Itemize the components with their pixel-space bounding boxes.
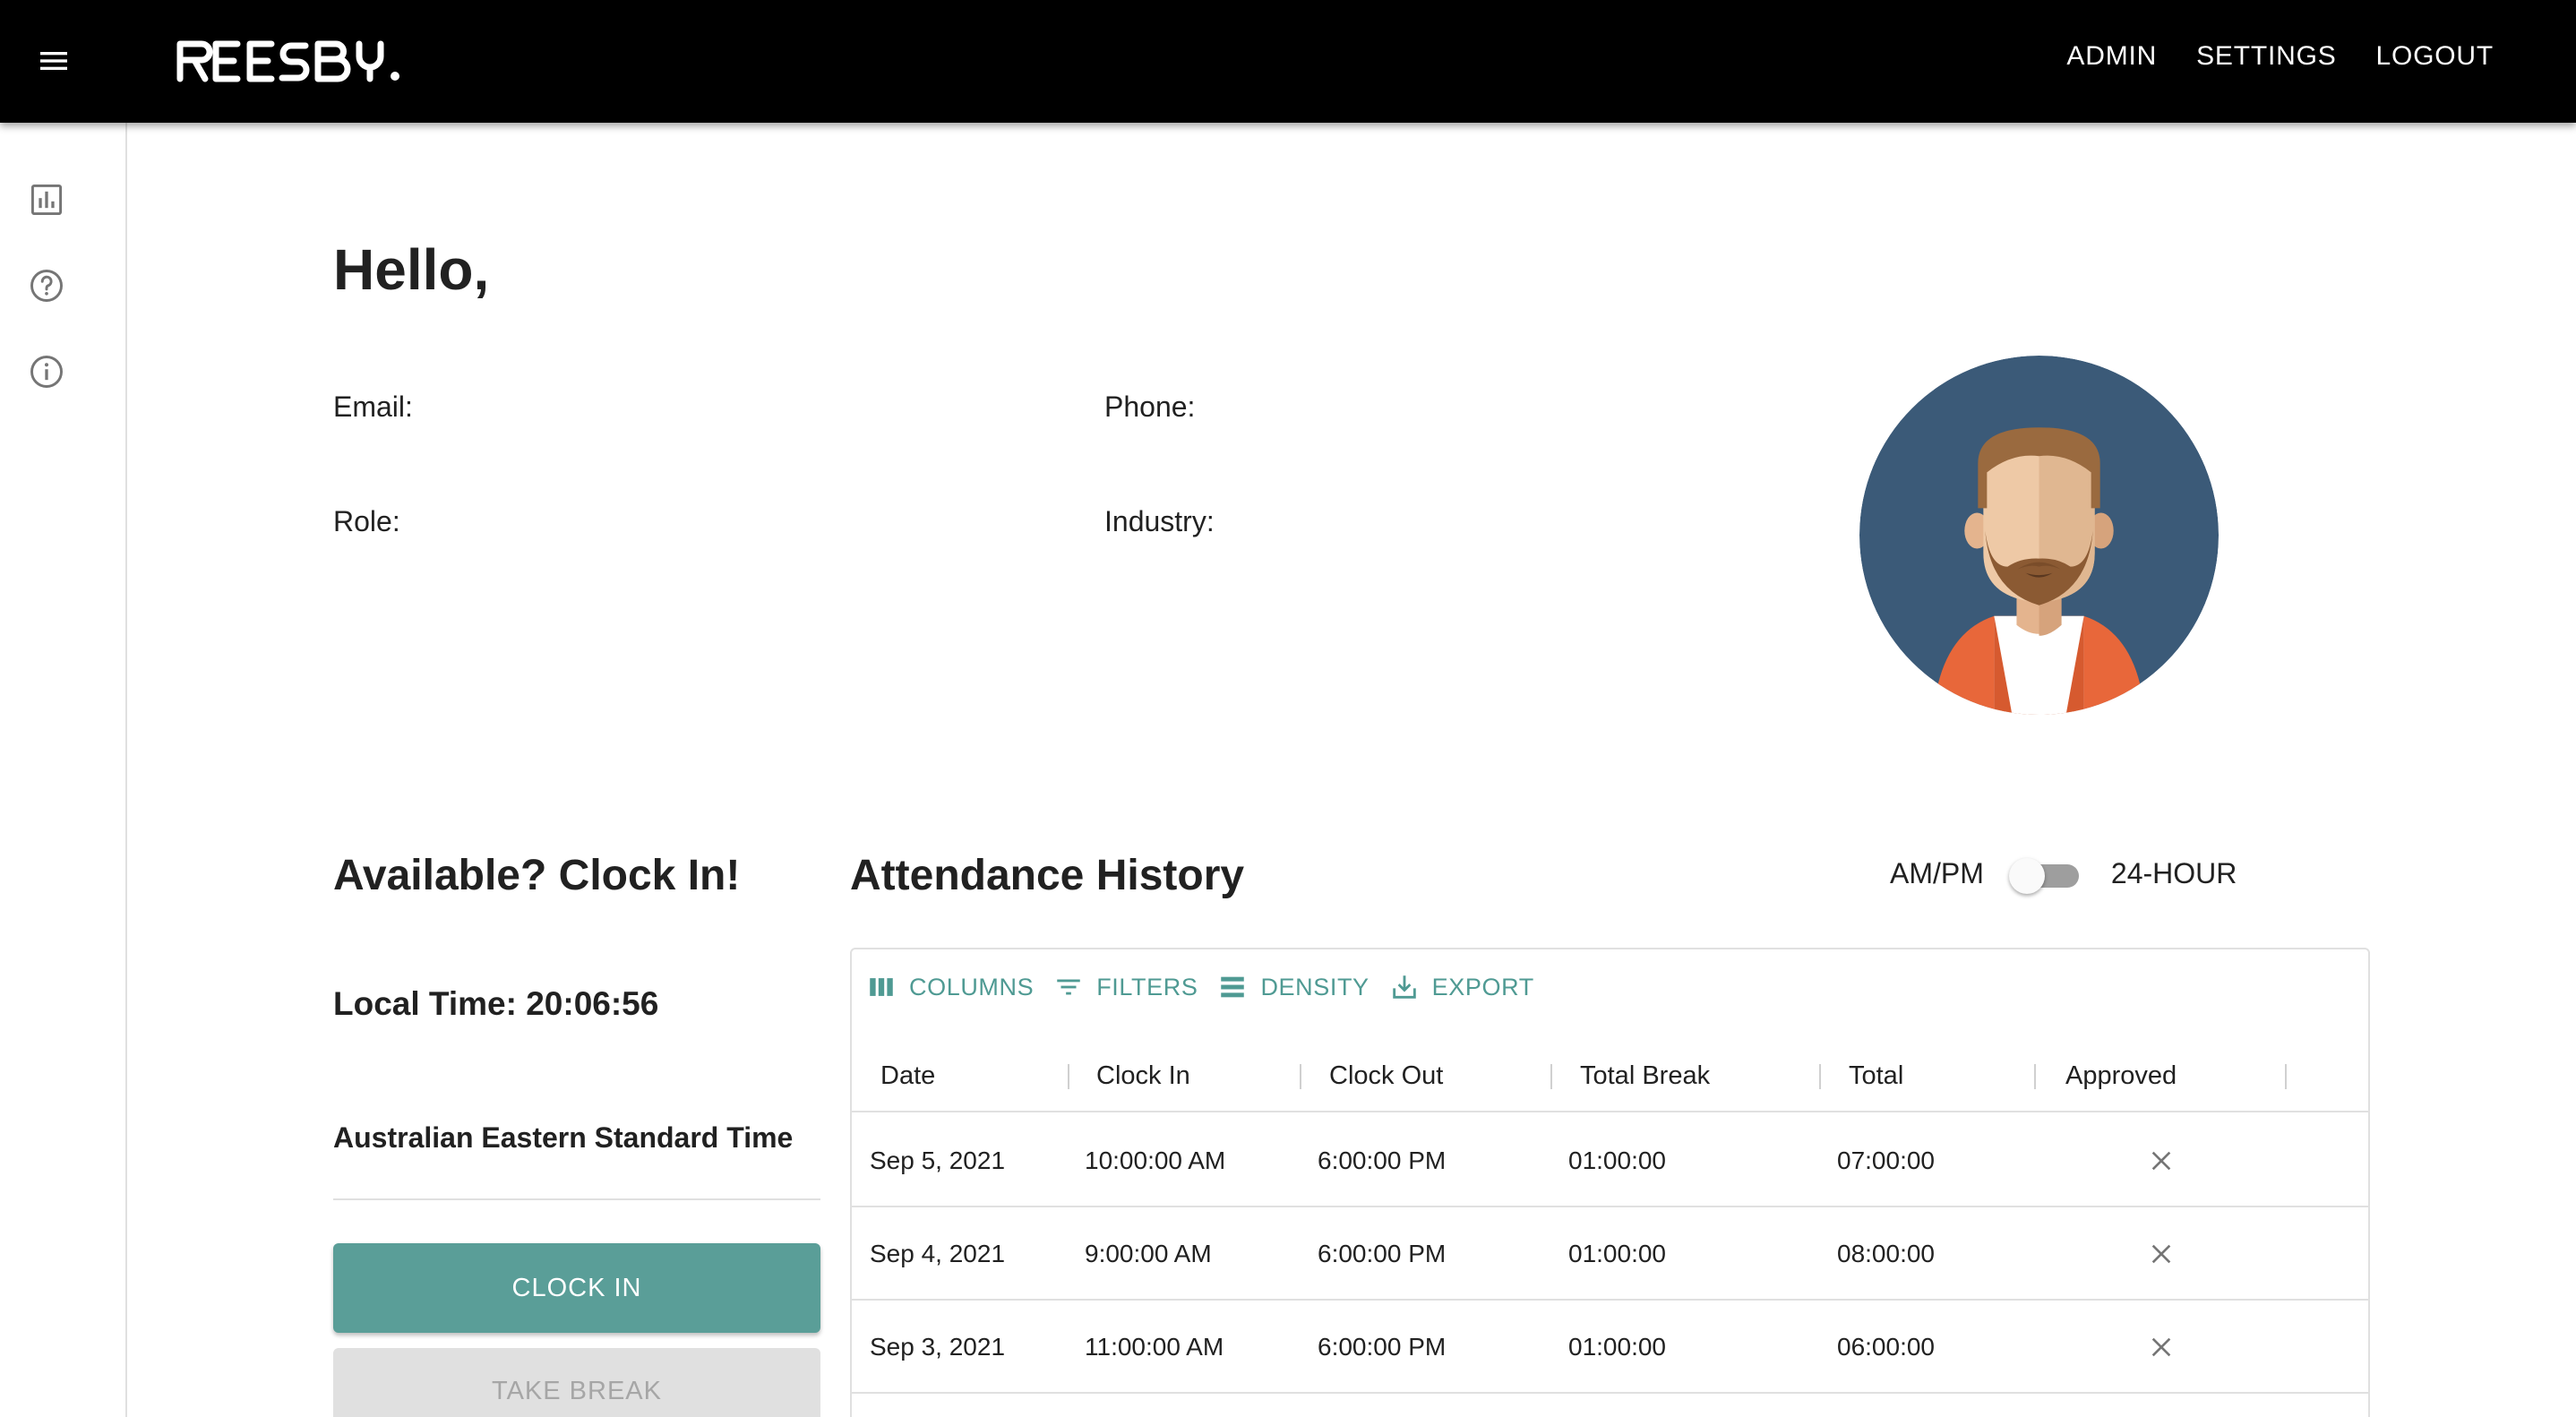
cell-clock-out: 6:00:00 PM <box>1318 1240 1447 1267</box>
density-button[interactable]: DENSITY <box>1217 972 1369 1002</box>
attendance-heading: Attendance History <box>850 852 1245 899</box>
density-label: DENSITY <box>1260 973 1370 1000</box>
nav-settings[interactable]: SETTINGS <box>2177 41 2356 72</box>
bar-chart-icon <box>30 184 63 216</box>
density-icon <box>1221 976 1245 998</box>
view-column-icon <box>870 978 893 996</box>
export-button[interactable]: EXPORT <box>1389 972 1534 1002</box>
local-time: Local Time: 20:06:56 <box>333 985 658 1023</box>
greeting-heading: Hello, <box>333 237 490 302</box>
filters-button[interactable]: FILTERS <box>1053 972 1198 1002</box>
column-separator[interactable] <box>1819 1064 1821 1089</box>
cell-total-break: 01:00:00 <box>1568 1240 1666 1267</box>
cell-date: Sep 3, 2021 <box>870 1333 1006 1361</box>
column-header-date[interactable]: Date <box>880 1039 935 1112</box>
cell-total: 07:00:00 <box>1837 1146 1935 1174</box>
cell-clock-in: 11:00:00 AM <box>1085 1333 1224 1361</box>
cell-clock-out: 6:00:00 PM <box>1318 1333 1447 1361</box>
toggle-label-24hour: 24-HOUR <box>2110 856 2237 889</box>
grid-toolbar: COLUMNS FILTERS DENSITY EXPORT <box>866 969 1554 1005</box>
cell-approved <box>2147 1114 2176 1207</box>
column-header-total-break[interactable]: Total Break <box>1580 1039 1710 1112</box>
download-icon <box>1392 975 1416 999</box>
divider <box>333 1198 820 1200</box>
cell-total-break: 01:00:00 <box>1568 1333 1666 1361</box>
info-circle-icon <box>30 356 63 388</box>
take-break-button[interactable]: TAKE BREAK <box>333 1348 820 1417</box>
side-rail <box>0 123 127 1417</box>
nav-admin[interactable]: ADMIN <box>2047 41 2177 72</box>
cell-approved <box>2147 1301 2176 1394</box>
menu-button[interactable] <box>27 36 81 86</box>
industry-label: Industry: <box>1104 505 1215 537</box>
toggle-label-ampm: AM/PM <box>1890 856 1984 889</box>
time-format-switch[interactable] <box>2008 851 2091 896</box>
bearded-man-avatar-icon <box>1859 356 2219 715</box>
app-bar: ADMIN SETTINGS LOGOUT <box>0 0 2576 123</box>
filter-list-icon <box>1057 979 1080 995</box>
column-header-total[interactable]: Total <box>1849 1039 1903 1112</box>
nav-logout[interactable]: LOGOUT <box>2357 41 2513 72</box>
columns-label: COLUMNS <box>909 973 1035 1000</box>
cell-clock-in: 10:00:00 AM <box>1085 1146 1226 1174</box>
cell-total-break: 01:00:00 <box>1568 1146 1666 1174</box>
local-time-label: Local Time: <box>333 985 527 1022</box>
avatar <box>1859 356 2219 715</box>
column-header-clock-out[interactable]: Clock Out <box>1329 1039 1443 1112</box>
column-header-clock-in[interactable]: Clock In <box>1096 1039 1190 1112</box>
column-header-approved[interactable]: Approved <box>2065 1039 2177 1112</box>
cell-approved <box>2147 1207 2176 1301</box>
close-icon <box>2151 1244 2171 1264</box>
export-label: EXPORT <box>1431 973 1534 1000</box>
column-separator[interactable] <box>1068 1064 1069 1089</box>
column-separator[interactable] <box>2285 1064 2287 1089</box>
email-label: Email: <box>333 391 413 423</box>
column-separator[interactable] <box>1550 1064 1552 1089</box>
help-circle-icon <box>30 270 63 302</box>
time-format-toggle: AM/PM 24-HOUR <box>1890 851 2237 896</box>
clock-in-heading: Available? Clock In! <box>333 852 741 899</box>
column-separator[interactable] <box>1300 1064 1301 1089</box>
switch-thumb <box>2008 858 2045 894</box>
table-row[interactable]: Sep 5, 2021 10:00:00 AM 6:00:00 PM 01:00… <box>852 1114 2368 1207</box>
filters-label: FILTERS <box>1096 973 1198 1000</box>
cell-date: Sep 5, 2021 <box>870 1146 1006 1174</box>
reesby-logo[interactable] <box>175 32 434 90</box>
cell-total: 06:00:00 <box>1837 1333 1935 1361</box>
phone-label: Phone: <box>1104 391 1196 423</box>
rail-item-help[interactable] <box>25 264 68 307</box>
rail-item-dashboard[interactable] <box>25 178 68 221</box>
cell-clock-out: 6:00:00 PM <box>1318 1146 1447 1174</box>
clock-in-button[interactable]: CLOCK IN <box>333 1243 820 1333</box>
table-row[interactable]: Sep 4, 2021 9:00:00 AM 6:00:00 PM 01:00:… <box>852 1207 2368 1301</box>
close-icon <box>2151 1337 2171 1357</box>
attendance-grid: COLUMNS FILTERS DENSITY EXPORT Date Cloc… <box>850 948 2370 1417</box>
top-nav: ADMIN SETTINGS LOGOUT <box>2047 0 2513 113</box>
column-separator[interactable] <box>2034 1064 2036 1089</box>
timezone-label: Australian Eastern Standard Time <box>333 1121 794 1154</box>
cell-clock-in: 9:00:00 AM <box>1085 1240 1212 1267</box>
local-time-value: 20:06:56 <box>526 985 659 1022</box>
cell-date: Sep 4, 2021 <box>870 1240 1006 1267</box>
hamburger-menu-icon <box>40 52 67 70</box>
close-icon <box>2151 1151 2171 1171</box>
reesby-logo-mark <box>176 40 399 82</box>
cell-total: 08:00:00 <box>1837 1240 1935 1267</box>
role-label: Role: <box>333 505 400 537</box>
grid-header-row: Date Clock In Clock Out Total Break Tota… <box>852 1039 2368 1112</box>
columns-button[interactable]: COLUMNS <box>866 972 1034 1002</box>
table-row[interactable]: Sep 3, 2021 11:00:00 AM 6:00:00 PM 01:00… <box>852 1301 2368 1394</box>
rail-item-info[interactable] <box>25 350 68 393</box>
